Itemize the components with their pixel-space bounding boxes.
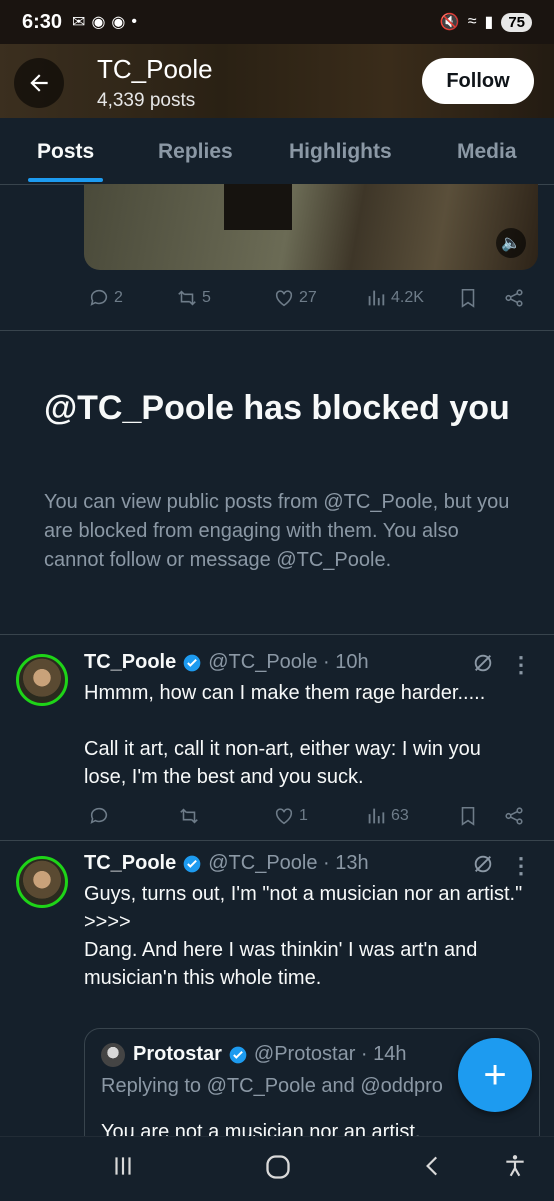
back-button[interactable] <box>14 58 64 108</box>
author-name[interactable]: TC_Poole <box>84 852 176 875</box>
divider <box>0 840 554 841</box>
tweet-text[interactable]: Hmmm, how can I make them rage harder...… <box>84 679 524 791</box>
avatar[interactable] <box>16 856 68 908</box>
repost-count: 5 <box>202 289 211 306</box>
like-count: 27 <box>299 289 317 306</box>
notification-icons: ✉ ◉ ◉ • <box>72 12 137 32</box>
system-nav-bar <box>0 1136 554 1201</box>
reply-icon <box>90 289 108 306</box>
reply-button[interactable]: 2 <box>88 287 123 309</box>
view-count: 4.2K <box>391 289 424 306</box>
home-button[interactable] <box>264 1153 292 1188</box>
arrow-left-icon <box>30 74 48 92</box>
view-count: 63 <box>391 807 409 824</box>
recent-apps-button[interactable] <box>110 1153 136 1186</box>
tweet-text[interactable]: Guys, turns out, I'm "not a musician nor… <box>84 880 524 992</box>
profile-name: TC_Poole <box>97 54 213 84</box>
tab-posts[interactable]: Posts <box>37 140 94 164</box>
blocked-description: You can view public posts from @TC_Poole… <box>44 491 510 571</box>
views-button[interactable]: 4.2K <box>365 287 424 309</box>
verified-badge-icon <box>183 855 201 872</box>
facebook-icon: ◉ <box>91 14 106 31</box>
post-count: 4,339 posts <box>97 90 196 111</box>
reply-count: 2 <box>114 289 123 306</box>
author-name[interactable]: TC_Poole <box>84 651 176 674</box>
bookmark-icon <box>461 806 475 826</box>
views-chart-icon <box>368 290 385 306</box>
share-button[interactable] <box>503 805 525 827</box>
tweet-header: TC_Poole @TC_Poole · 13h <box>84 852 369 875</box>
facebook-icon-2: ◉ <box>111 14 126 31</box>
accessibility-icon <box>506 1155 524 1177</box>
like-button[interactable]: 27 <box>273 287 317 309</box>
repost-icon <box>178 290 196 306</box>
tab-replies[interactable]: Replies <box>158 140 233 164</box>
quoted-handle-time: @Protostar · 14h <box>253 1043 407 1065</box>
share-button[interactable] <box>503 287 525 309</box>
chevron-left-icon <box>426 1156 438 1176</box>
heart-icon <box>275 808 293 825</box>
reply-icon <box>90 807 108 824</box>
share-icon <box>505 807 523 825</box>
bookmark-icon <box>461 288 475 308</box>
share-icon <box>505 289 523 307</box>
like-count: 1 <box>299 807 308 824</box>
bookmark-button[interactable] <box>457 287 479 309</box>
clock: 6:30 <box>22 10 63 33</box>
bookmark-button[interactable] <box>457 805 479 827</box>
post-video[interactable]: 🔈 <box>84 184 538 270</box>
author-handle-time[interactable]: @TC_Poole · 10h <box>208 651 368 674</box>
profile-tabs: Posts Replies Highlights Media <box>0 118 554 185</box>
grok-icon[interactable] <box>472 652 494 674</box>
reply-button[interactable] <box>88 805 110 827</box>
quoted-reply-context: Replying to @TC_Poole and @oddpro <box>101 1075 443 1097</box>
video-frame-object <box>224 184 292 230</box>
divider <box>0 330 554 331</box>
mute-status-icon: 🔇 <box>439 14 460 31</box>
avatar[interactable] <box>16 654 68 706</box>
speaker-muted-icon: 🔈 <box>501 235 521 252</box>
heart-icon <box>275 290 293 307</box>
grok-icon[interactable] <box>472 853 494 875</box>
wifi-icon: ≈ <box>467 13 477 30</box>
divider <box>0 634 554 635</box>
author-handle-time[interactable]: @TC_Poole · 13h <box>208 852 368 875</box>
recent-apps-icon <box>115 1157 131 1175</box>
battery-indicator: 75 <box>501 12 532 32</box>
tweet-header: TC_Poole @TC_Poole · 10h <box>84 651 369 674</box>
repost-icon <box>180 808 198 824</box>
verified-badge-icon <box>183 654 201 671</box>
accessibility-button[interactable] <box>502 1153 528 1186</box>
active-tab-indicator <box>28 178 103 182</box>
follow-button[interactable]: Follow <box>422 58 534 104</box>
more-options-icon[interactable]: ⋮ <box>510 652 532 678</box>
views-button[interactable]: 63 <box>365 805 409 827</box>
dot-icon: • <box>131 13 137 30</box>
quoted-avatar <box>101 1043 125 1067</box>
like-button[interactable]: 1 <box>273 805 308 827</box>
signal-icon: ▮ <box>484 14 494 31</box>
views-chart-icon <box>368 808 385 824</box>
repost-button[interactable] <box>178 805 200 827</box>
back-nav-button[interactable] <box>420 1153 446 1186</box>
chat-icon: ✉ <box>72 14 86 31</box>
plus-icon: + <box>483 1052 507 1097</box>
quoted-author-name: Protostar <box>133 1043 222 1065</box>
profile-header: TC_Poole 4,339 posts Follow <box>0 44 554 118</box>
home-icon <box>266 1155 290 1179</box>
tab-media[interactable]: Media <box>457 140 517 164</box>
more-options-icon[interactable]: ⋮ <box>510 853 532 879</box>
tab-highlights[interactable]: Highlights <box>289 140 392 164</box>
blocked-title: @TC_Poole has blocked you <box>44 389 510 427</box>
compose-button[interactable]: + <box>458 1038 532 1112</box>
quoted-header: Protostar @Protostar · 14h <box>133 1043 407 1066</box>
verified-badge-icon <box>229 1046 247 1063</box>
video-mute-button[interactable]: 🔈 <box>496 228 526 258</box>
repost-button[interactable]: 5 <box>176 287 211 309</box>
status-bar: 6:30 ✉ ◉ ◉ • 🔇 ≈ ▮ 75 <box>0 0 554 44</box>
